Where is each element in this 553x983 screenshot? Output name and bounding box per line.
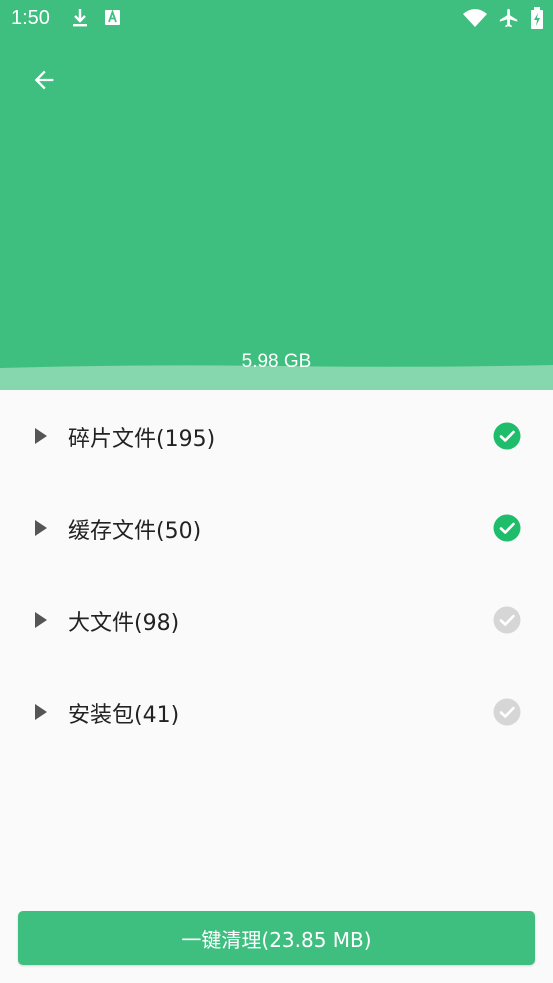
list-item-fragment-files[interactable]: 碎片文件(195) [0,390,553,482]
caret-right-icon[interactable] [32,518,50,538]
status-bar: 1:50 [0,0,553,38]
list-item-install-packages[interactable]: 安装包(41) [0,666,553,758]
item-label: 碎片文件(195) [68,427,216,452]
arrow-left-icon [34,70,54,90]
item-label: 大文件(98) [68,611,180,636]
battery-charging-icon [531,7,543,29]
caret-right-icon[interactable] [32,702,50,722]
check-circle-icon[interactable] [493,698,521,726]
one-click-clean-button[interactable]: 一键清理(23.85 MB) [18,911,535,965]
caret-right-icon[interactable] [32,610,50,630]
check-circle-icon[interactable] [493,606,521,634]
a-letter-icon [105,9,120,25]
check-circle-icon[interactable] [493,514,521,542]
screen: 5.98 GB 1:50 碎片文件(195) 缓存文件(50) 大文件(98) … [0,0,553,983]
list-item-cache-files[interactable]: 缓存文件(50) [0,482,553,574]
wifi-icon [463,9,487,27]
back-button[interactable] [24,60,64,100]
list-item-large-files[interactable]: 大文件(98) [0,574,553,666]
download-icon [73,9,87,27]
header: 5.98 GB [0,0,553,390]
file-category-list: 碎片文件(195) 缓存文件(50) 大文件(98) 安装包(41) [0,390,553,758]
check-circle-icon[interactable] [493,422,521,450]
storage-used-label: 5.98 GB [241,351,312,372]
airplane-icon [499,8,518,28]
caret-right-icon[interactable] [32,426,50,446]
item-label: 缓存文件(50) [68,519,202,544]
status-time: 1:50 [11,7,50,29]
item-label: 安装包(41) [68,703,180,728]
